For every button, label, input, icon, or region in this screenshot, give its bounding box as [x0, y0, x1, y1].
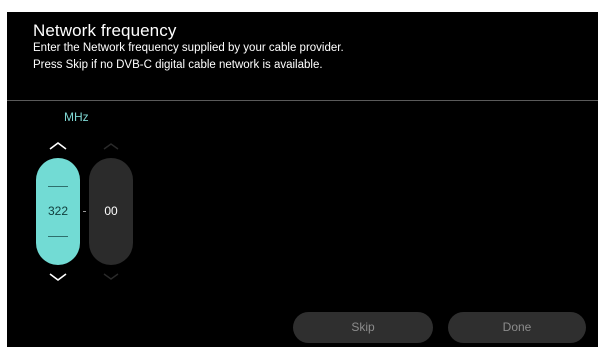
integer-increment-chevron-up-icon[interactable]: [47, 139, 69, 153]
stepper-tick-lower: [48, 236, 68, 237]
skip-button[interactable]: Skip: [293, 312, 433, 343]
page-title: Network frequency: [33, 21, 177, 40]
integer-decrement-chevron-down-icon[interactable]: [47, 270, 69, 284]
decimal-decrement-chevron-down-icon[interactable]: [100, 270, 122, 284]
frequency-decimal-stepper[interactable]: 00: [89, 158, 133, 265]
done-button[interactable]: Done: [448, 312, 586, 343]
stepper-tick-upper: [48, 186, 68, 187]
instruction-text-line1: Enter the Network frequency supplied by …: [33, 42, 344, 54]
frequency-integer-stepper[interactable]: 322: [36, 158, 80, 265]
frequency-decimal-value: 00: [104, 204, 118, 218]
unit-label: MHz: [64, 110, 89, 124]
header-divider: [7, 100, 598, 101]
decimal-increment-chevron-up-icon[interactable]: [100, 139, 122, 153]
network-frequency-screen: Network frequency Enter the Network freq…: [7, 12, 598, 347]
instruction-text-line2: Press Skip if no DVB-C digital cable net…: [33, 59, 323, 71]
frequency-integer-value: 322: [47, 204, 69, 218]
decimal-separator: [83, 211, 86, 212]
